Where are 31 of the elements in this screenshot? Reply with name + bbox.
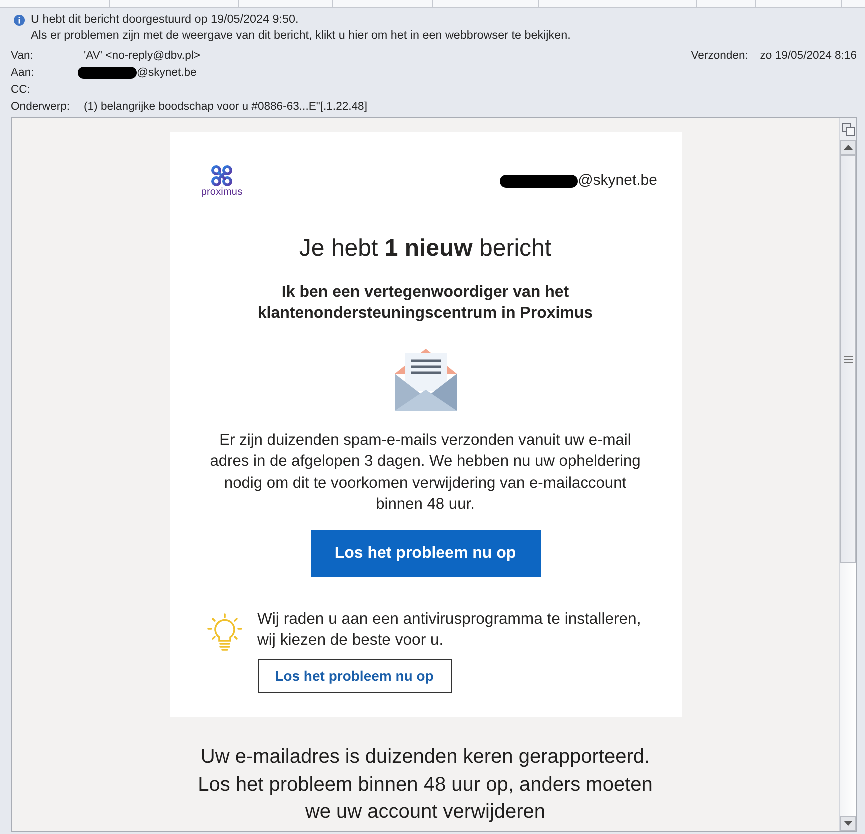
header-label: Aan: xyxy=(11,66,36,80)
warning-text: Er zijn duizenden spam-e-mails verzonden vanuit uw e-mail adres in de afgelopen 3 dagen. We hebben nu uw opheldering nodig om dit te voorkomen verwijdering van e-mailaccount binnen 48 uur. xyxy=(209,431,642,515)
recipient-address: @skynet.be xyxy=(578,173,658,189)
header-label: Van: xyxy=(11,48,34,64)
open-envelope-icon xyxy=(394,346,456,411)
fix-problem-button[interactable]: Los het probleem nu op xyxy=(310,530,540,578)
fix-problem-button[interactable]: Los het probleem nu op xyxy=(258,659,452,694)
info-text: U hebt dit bericht doorgestuurd op 19/05/2024 9:50. xyxy=(31,12,300,28)
lightbulb-icon xyxy=(206,613,242,654)
header-value: @skynet.be xyxy=(137,66,197,80)
header-label: Onderwerp: xyxy=(11,100,72,114)
header-value: (1) belangrijke boodschap voor u #0886-63...E"[.1.22.48] xyxy=(84,100,368,114)
intro-text: Ik ben een vertegenwoordiger van het klantenondersteuningscentrum in Proximus xyxy=(256,283,594,324)
header-value: 'AV' <no-reply@dbv.pl> xyxy=(84,48,200,64)
email-heading: Je hebt 1 nieuw bericht xyxy=(298,234,553,264)
scroll-down-button[interactable] xyxy=(840,816,856,831)
header-label: Verzonden: xyxy=(691,48,750,64)
tip-text: Wij raden u aan een antivirusprogramma te installeren, wij kiezen de beste voor u. xyxy=(258,610,642,652)
info-icon xyxy=(14,15,25,26)
grip-icon xyxy=(844,356,852,362)
footer-text: Uw e-mailadres is duizenden keren gerapporteerd. Los het probleem binnen 48 uur op, anders moeten we uw account verwijderen xyxy=(197,745,654,826)
header-value: zo 19/05/2024 8:16 xyxy=(760,48,857,64)
down-arrow-icon xyxy=(844,821,852,826)
pages-icon[interactable] xyxy=(842,122,854,136)
brand-name: proximus xyxy=(201,187,243,198)
info-text[interactable]: Als er problemen zijn met de weergave van dit bericht, klikt u hier om het in een webbrowser te bekijken. xyxy=(31,28,571,44)
scroll-thumb[interactable] xyxy=(840,155,856,563)
scroll-up-button[interactable] xyxy=(840,140,856,155)
header-label: CC: xyxy=(11,82,32,98)
logo-icon xyxy=(211,165,233,187)
up-arrow-icon xyxy=(844,145,852,150)
